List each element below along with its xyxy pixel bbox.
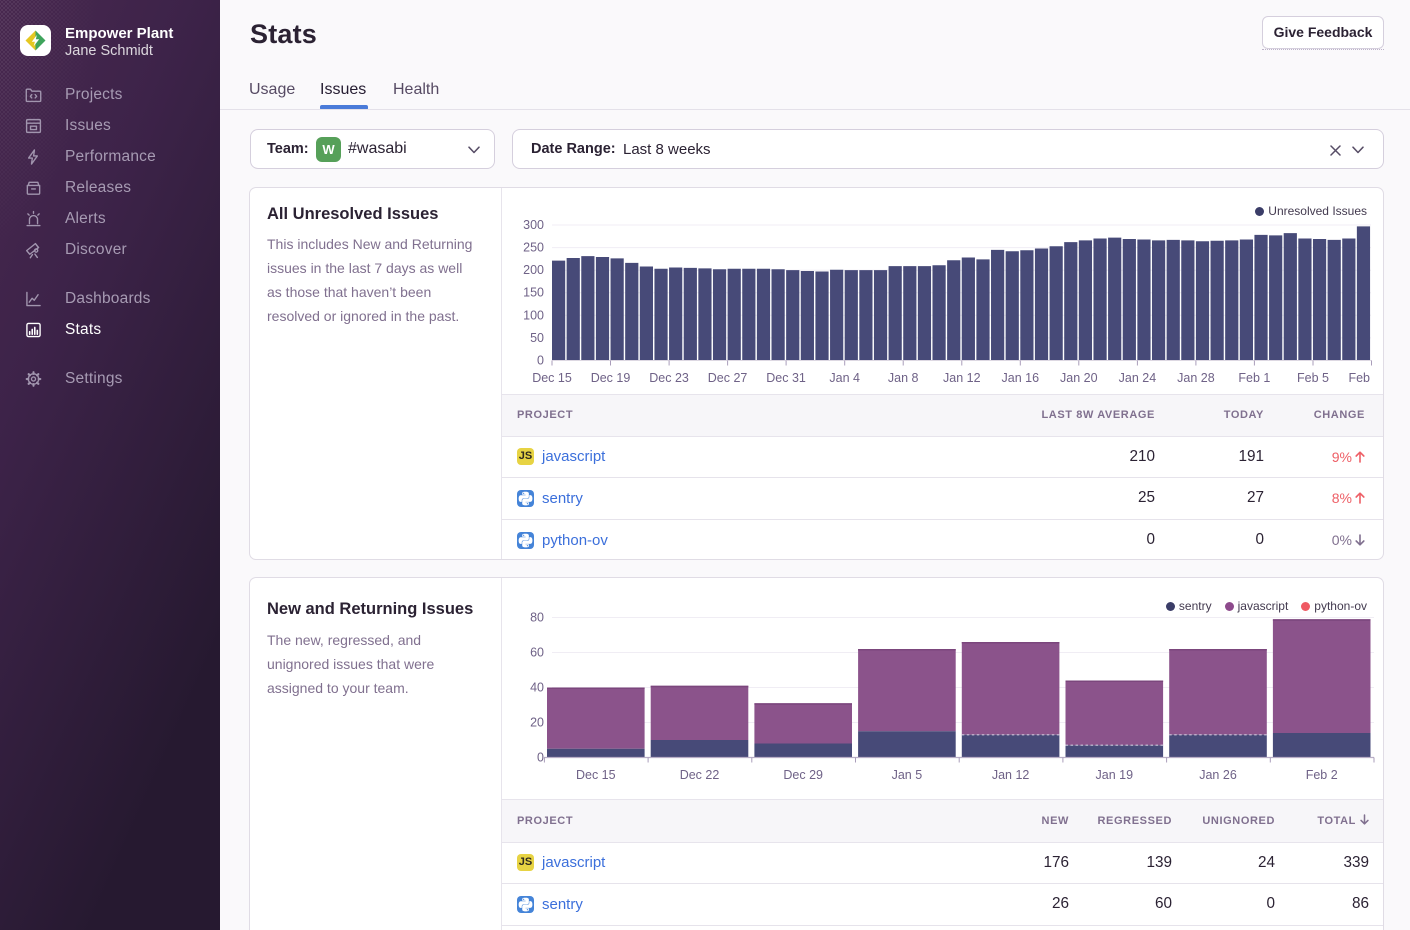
svg-text:Dec 29: Dec 29 bbox=[783, 768, 823, 782]
svg-text:Feb 5: Feb 5 bbox=[1297, 371, 1329, 385]
svg-text:0: 0 bbox=[537, 751, 544, 765]
svg-text:40: 40 bbox=[530, 681, 544, 695]
svg-text:250: 250 bbox=[523, 241, 544, 255]
svg-text:100: 100 bbox=[523, 308, 544, 322]
svg-text:Jan 12: Jan 12 bbox=[992, 768, 1030, 782]
svg-text:Jan 4: Jan 4 bbox=[829, 371, 860, 385]
svg-text:Jan 8: Jan 8 bbox=[888, 371, 919, 385]
svg-text:Jan 24: Jan 24 bbox=[1119, 371, 1157, 385]
svg-text:0: 0 bbox=[537, 354, 544, 368]
svg-text:Jan 5: Jan 5 bbox=[892, 768, 923, 782]
svg-text:Feb 2: Feb 2 bbox=[1306, 768, 1338, 782]
svg-text:200: 200 bbox=[523, 263, 544, 277]
svg-text:Dec 31: Dec 31 bbox=[766, 371, 806, 385]
svg-text:Jan 19: Jan 19 bbox=[1096, 768, 1134, 782]
svg-text:Dec 27: Dec 27 bbox=[708, 371, 748, 385]
svg-text:Jan 20: Jan 20 bbox=[1060, 371, 1098, 385]
svg-text:Feb: Feb bbox=[1348, 371, 1370, 385]
svg-text:Dec 22: Dec 22 bbox=[680, 768, 720, 782]
svg-text:Dec 19: Dec 19 bbox=[591, 371, 631, 385]
svg-text:Dec 15: Dec 15 bbox=[576, 768, 616, 782]
svg-text:150: 150 bbox=[523, 286, 544, 300]
svg-text:60: 60 bbox=[530, 646, 544, 660]
svg-text:Feb 1: Feb 1 bbox=[1238, 371, 1270, 385]
svg-text:Jan 12: Jan 12 bbox=[943, 371, 981, 385]
svg-text:300: 300 bbox=[523, 218, 544, 232]
svg-text:Jan 26: Jan 26 bbox=[1199, 768, 1237, 782]
svg-text:Jan 16: Jan 16 bbox=[1002, 371, 1040, 385]
svg-text:80: 80 bbox=[530, 611, 544, 625]
svg-text:50: 50 bbox=[530, 331, 544, 345]
svg-text:20: 20 bbox=[530, 716, 544, 730]
svg-text:Dec 23: Dec 23 bbox=[649, 371, 689, 385]
svg-text:Dec 15: Dec 15 bbox=[532, 371, 572, 385]
svg-text:Jan 28: Jan 28 bbox=[1177, 371, 1215, 385]
